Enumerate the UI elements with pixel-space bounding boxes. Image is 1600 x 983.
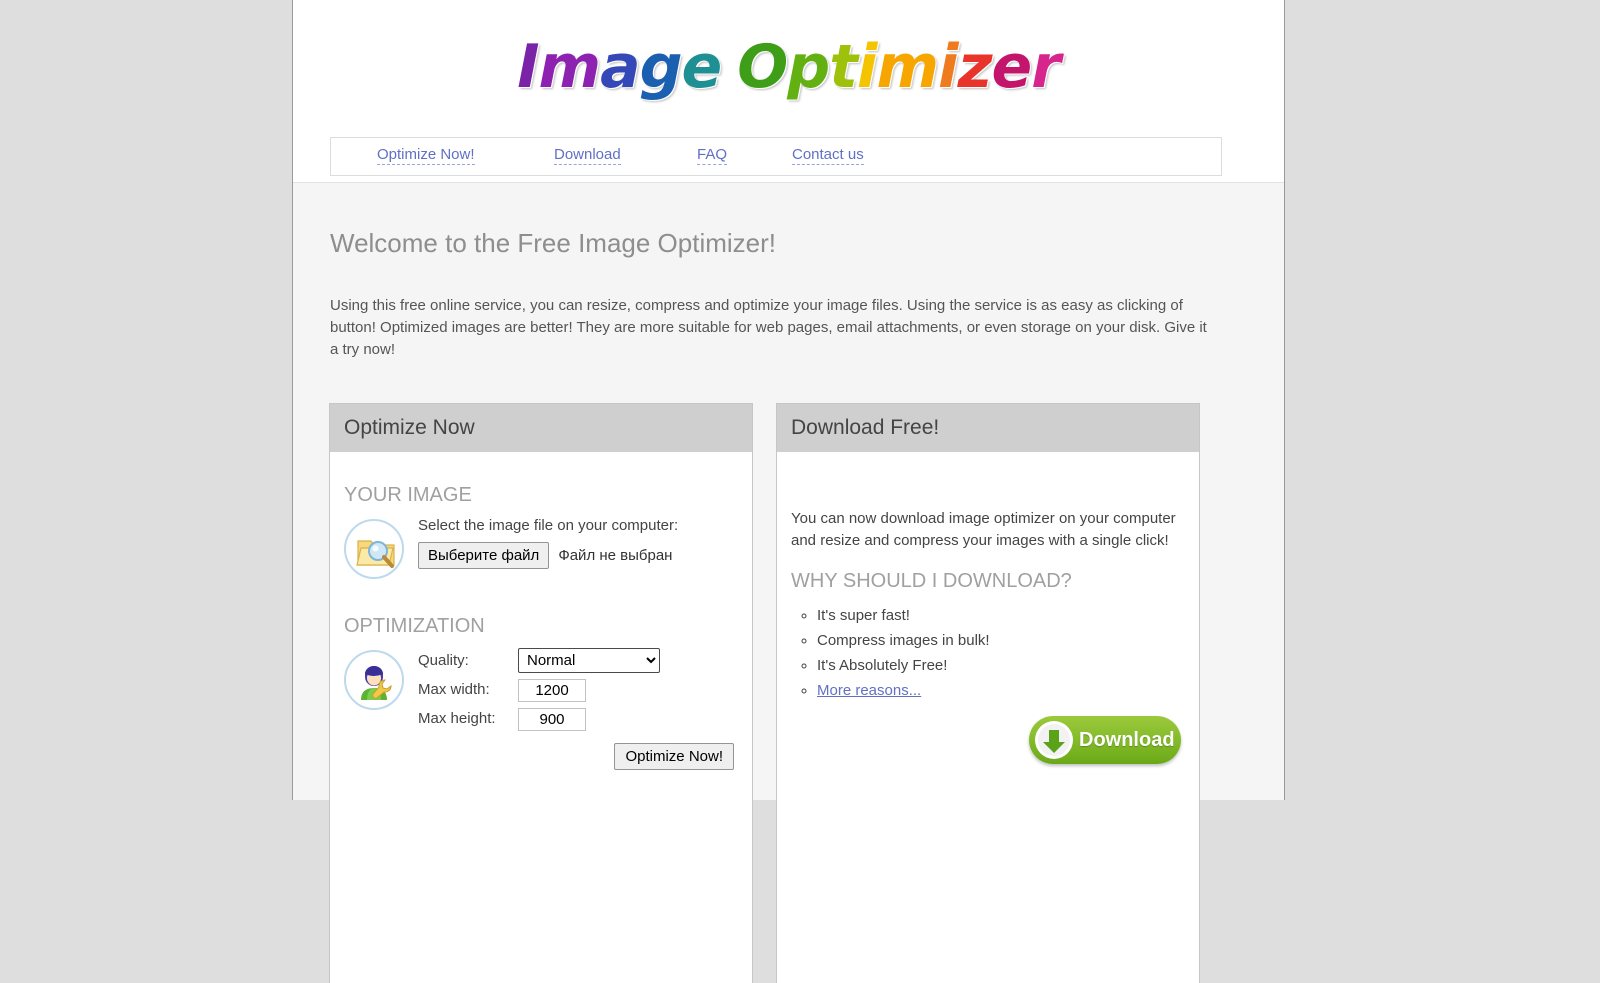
logo-letter: z bbox=[957, 32, 993, 102]
page-container: Image Optimizer Optimize Now! Download FA… bbox=[292, 0, 1285, 983]
main-navigation: Optimize Now! Download FAQ Contact us bbox=[330, 137, 1222, 176]
optimize-now-button[interactable]: Optimize Now! bbox=[614, 743, 734, 770]
nav-list: Optimize Now! Download FAQ Contact us bbox=[331, 138, 1221, 175]
nav-link-contact-us[interactable]: Contact us bbox=[792, 146, 864, 165]
download-button-label: Download bbox=[1079, 729, 1175, 751]
select-file-label: Select the image file on your computer: bbox=[418, 517, 679, 534]
download-arrow-icon bbox=[1034, 720, 1074, 765]
nav-link-download[interactable]: Download bbox=[554, 146, 621, 165]
optimize-panel-header: Optimize Now bbox=[330, 404, 752, 452]
download-intro-text: You can now download image optimizer on … bbox=[791, 510, 1176, 549]
why-download-title: WHY SHOULD I DOWNLOAD? bbox=[791, 570, 1072, 592]
site-logo: Image Optimizer bbox=[293, 28, 1284, 106]
list-item: Compress images in bulk! bbox=[817, 628, 1185, 653]
file-status-text: Файл не выбран bbox=[558, 547, 673, 564]
choose-file-button[interactable]: Выберите файл bbox=[418, 542, 550, 569]
nav-link-optimize-now[interactable]: Optimize Now! bbox=[377, 146, 475, 165]
optimize-now-panel: Optimize Now YOUR IMAGE Select the image bbox=[329, 403, 753, 983]
quality-select[interactable]: Normal bbox=[518, 648, 660, 673]
file-input-row: Выберите файл Файл не выбран bbox=[418, 542, 738, 569]
reason-text-1: Compress images in bulk! bbox=[817, 632, 990, 649]
download-panel-body: You can now download image optimizer on … bbox=[777, 452, 1199, 769]
download-button[interactable]: Download bbox=[1029, 716, 1181, 764]
list-item: It's Absolutely Free! bbox=[817, 653, 1185, 678]
optimization-section-title: OPTIMIZATION bbox=[344, 615, 485, 637]
logo-letter: I bbox=[517, 32, 539, 102]
max-width-label: Max width: bbox=[418, 681, 490, 698]
optimize-submit-row: Optimize Now! bbox=[344, 743, 738, 770]
list-item: It's super fast! bbox=[817, 603, 1185, 628]
more-reasons-link[interactable]: More reasons... bbox=[817, 682, 921, 699]
logo-letter: t bbox=[829, 32, 858, 102]
nav-link-faq[interactable]: FAQ bbox=[697, 146, 728, 165]
max-height-label: Max height: bbox=[418, 710, 496, 727]
nav-item-3: Contact us bbox=[792, 146, 864, 165]
page-title: Welcome to the Free Image Optimizer! bbox=[330, 228, 777, 258]
optimization-settings-row: Quality: Normal Max width: Max height: bbox=[344, 648, 738, 731]
your-image-section-title: YOUR IMAGE bbox=[344, 484, 472, 506]
logo-letter: e bbox=[681, 32, 723, 102]
logo-letter: g bbox=[639, 32, 683, 102]
download-panel-header: Download Free! bbox=[777, 404, 1199, 452]
nav-item-0: Optimize Now! bbox=[377, 146, 475, 165]
logo-letter: r bbox=[1031, 32, 1061, 102]
max-height-input[interactable] bbox=[518, 707, 586, 731]
logo-letter: a bbox=[600, 32, 640, 102]
nav-item-2: FAQ bbox=[697, 146, 728, 165]
reason-text-0: It's super fast! bbox=[817, 607, 910, 624]
max-width-input[interactable] bbox=[518, 678, 586, 702]
site-header: Image Optimizer Optimize Now! Download FA… bbox=[293, 0, 1284, 183]
logo-letter: i bbox=[856, 32, 878, 102]
download-free-panel: Download Free! You can now download imag… bbox=[776, 403, 1200, 983]
nav-item-1: Download bbox=[554, 146, 621, 165]
logo-letter: m bbox=[876, 32, 939, 102]
user-wrench-icon bbox=[344, 650, 404, 710]
folder-search-icon bbox=[344, 519, 404, 579]
file-select-row: Select the image file on your computer: … bbox=[344, 517, 738, 585]
logo-letter: p bbox=[787, 32, 830, 102]
optimization-form: Quality: Normal Max width: Max height: bbox=[418, 648, 738, 731]
list-item: More reasons... bbox=[817, 678, 1185, 703]
reason-text-2: It's Absolutely Free! bbox=[817, 657, 948, 674]
logo-letter: m bbox=[538, 32, 602, 102]
logo-letter: O bbox=[737, 32, 788, 102]
download-reasons-list: It's super fast! Compress images in bulk… bbox=[791, 603, 1185, 703]
download-button-row: Download bbox=[791, 716, 1185, 769]
optimize-panel-body: YOUR IMAGE Select the image file on your… bbox=[330, 452, 752, 770]
intro-paragraph: Using this free online service, you can … bbox=[330, 297, 1207, 358]
quality-label: Quality: bbox=[418, 651, 469, 669]
logo-letter: e bbox=[991, 32, 1032, 102]
logo-letter: i bbox=[937, 32, 959, 102]
